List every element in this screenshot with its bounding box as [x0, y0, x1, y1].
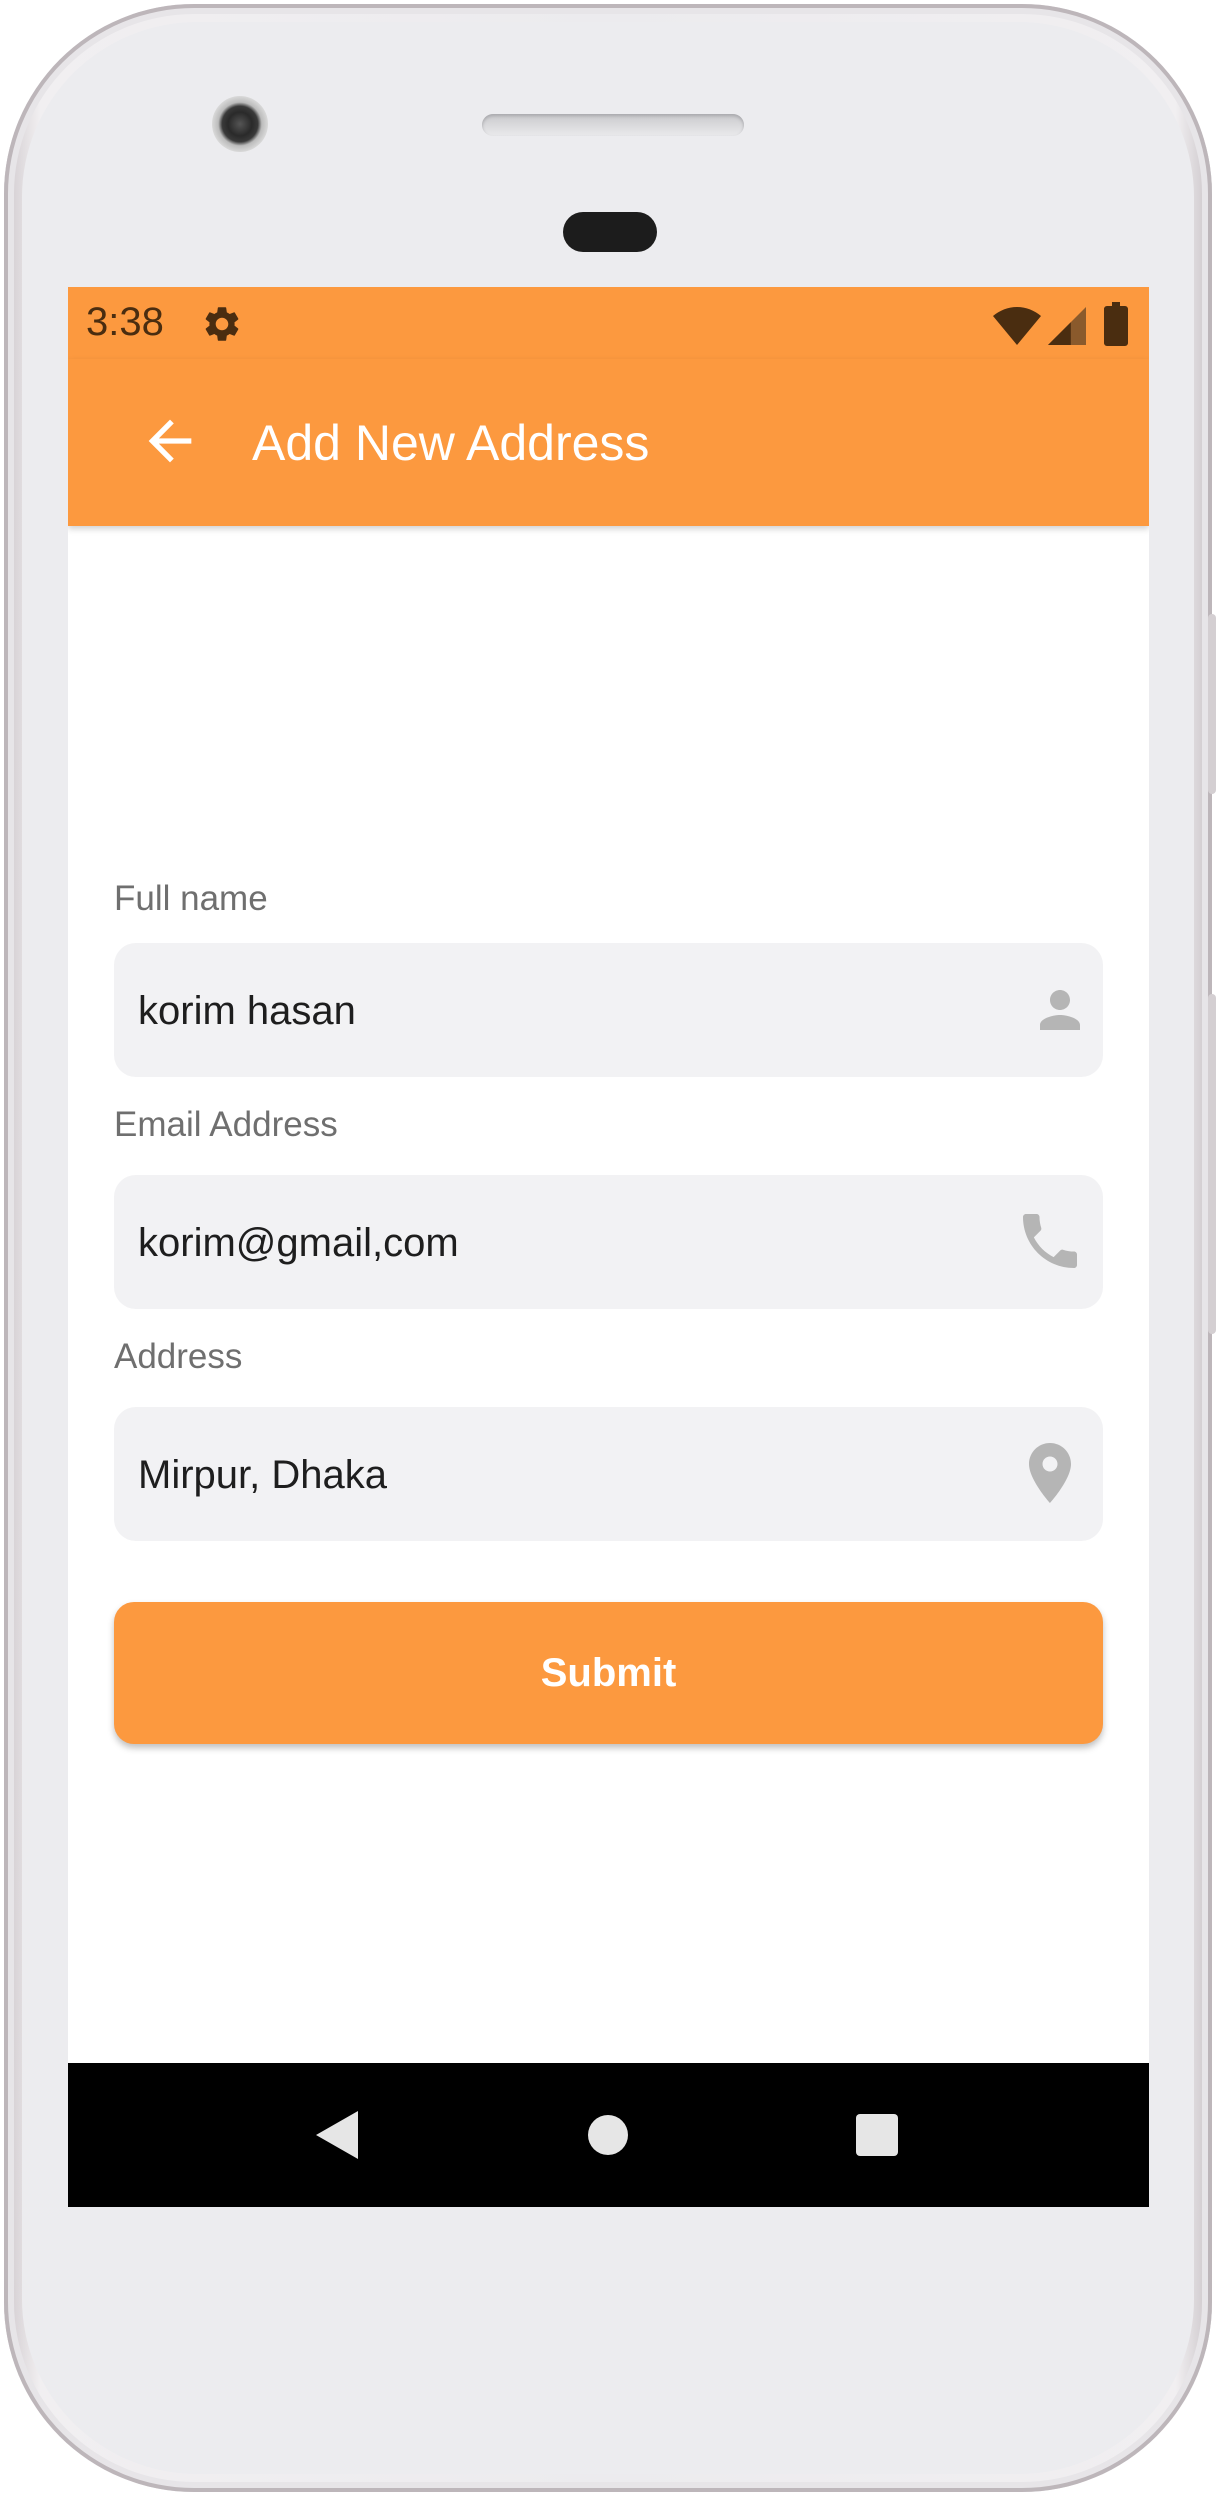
app-bar: Add New Address — [68, 359, 1149, 526]
earpiece-speaker — [482, 114, 744, 136]
cell-signal-icon — [1048, 307, 1086, 345]
full-name-field[interactable]: korim hasan — [114, 943, 1103, 1077]
nav-recents-icon[interactable] — [856, 2114, 898, 2156]
email-value: korim@gmail,com — [138, 1221, 459, 1265]
phone-icon — [1023, 1214, 1077, 1268]
front-camera — [212, 96, 268, 152]
status-bar: 3:38 — [68, 287, 1149, 359]
status-time: 3:38 — [86, 300, 164, 344]
app-screen: 3:38 Add New Address Full name korim has… — [68, 287, 1149, 2207]
email-label: Email Address — [114, 1105, 338, 1144]
page-title: Add New Address — [252, 415, 650, 471]
submit-button[interactable]: Submit — [114, 1602, 1103, 1744]
address-value: Mirpur, Dhaka — [138, 1453, 387, 1497]
location-pin-icon — [1029, 1443, 1071, 1503]
arrow-back-icon[interactable] — [138, 409, 202, 473]
volume-button — [1208, 614, 1216, 794]
person-icon — [1040, 990, 1080, 1030]
system-nav-bar — [68, 2063, 1149, 2207]
power-button — [1208, 994, 1216, 1334]
nav-home-icon[interactable] — [587, 2114, 629, 2156]
address-field[interactable]: Mirpur, Dhaka — [114, 1407, 1103, 1541]
wifi-icon — [993, 307, 1041, 345]
proximity-sensor — [563, 212, 657, 252]
address-label: Address — [114, 1337, 243, 1376]
nav-back-icon[interactable] — [312, 2109, 362, 2161]
phone-frame: 3:38 Add New Address Full name korim has… — [4, 4, 1216, 2492]
full-name-value: korim hasan — [138, 989, 356, 1033]
settings-gear-icon — [205, 307, 239, 341]
email-field[interactable]: korim@gmail,com — [114, 1175, 1103, 1309]
battery-icon — [1104, 302, 1128, 346]
full-name-label: Full name — [114, 879, 268, 918]
submit-label: Submit — [540, 1650, 677, 1695]
